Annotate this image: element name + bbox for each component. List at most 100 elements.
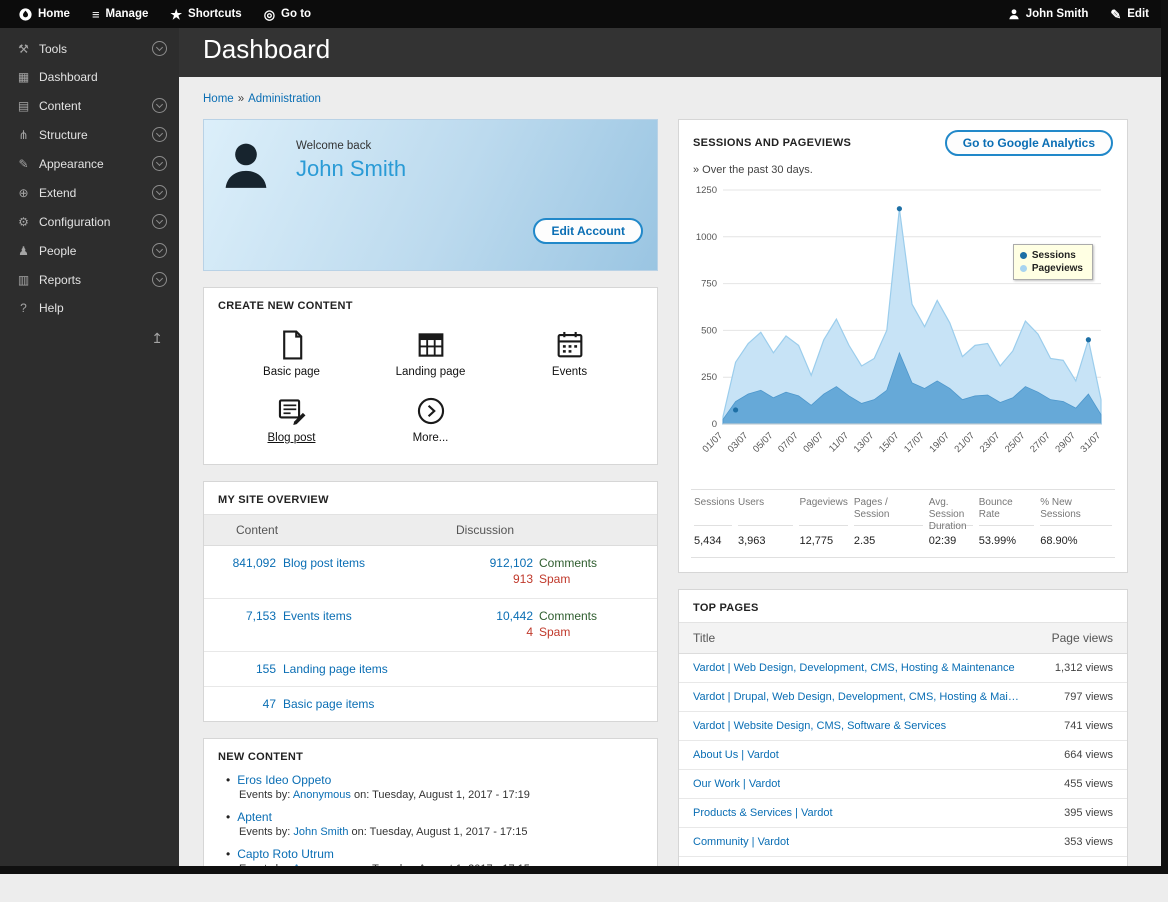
top-pages-title: TOP PAGES bbox=[679, 590, 1127, 622]
author-link[interactable]: John Smith bbox=[293, 826, 348, 838]
page-title-link[interactable]: Vardot | Drupal, Web Design, Development… bbox=[693, 691, 1023, 703]
sidebar-item[interactable]: ▦ Dashboard bbox=[0, 63, 179, 91]
page-views-count: 353 views bbox=[1064, 836, 1113, 848]
page-title: Dashboard bbox=[179, 28, 1168, 77]
content-item-link[interactable]: Capto Roto Utrum bbox=[237, 847, 334, 861]
toolbar-goto[interactable]: ◎ Go to bbox=[253, 0, 322, 28]
page-title-link[interactable]: Products & Services | Vardot bbox=[693, 807, 833, 819]
stat-label: Bounce Rate bbox=[979, 490, 1034, 526]
sidebar-item[interactable]: ⊕ Extend bbox=[0, 178, 179, 207]
content-item-link[interactable]: Aptent bbox=[237, 810, 272, 824]
toolbar-user-label: John Smith bbox=[1026, 8, 1089, 20]
spam-label: Spam bbox=[539, 625, 607, 639]
author-link[interactable]: Anonymous bbox=[293, 789, 351, 801]
chevron-down-icon[interactable] bbox=[152, 243, 167, 258]
sidebar-item[interactable]: ♟ People bbox=[0, 236, 179, 265]
svg-text:29/07: 29/07 bbox=[1053, 430, 1078, 455]
avatar-icon bbox=[220, 138, 272, 195]
edit-account-button[interactable]: Edit Account bbox=[533, 218, 643, 244]
page-title-link[interactable]: About Us | Vardot bbox=[693, 749, 779, 761]
chevron-down-icon[interactable] bbox=[152, 214, 167, 229]
breadcrumb-section-link[interactable]: Administration bbox=[248, 93, 321, 105]
toolbar-home[interactable]: Home bbox=[8, 0, 81, 28]
legend-dot-icon bbox=[1020, 265, 1027, 272]
sidebar-item[interactable]: ✎ Appearance bbox=[0, 149, 179, 178]
chevron-down-icon[interactable] bbox=[152, 272, 167, 287]
sessions-subtitle: » Over the past 30 days. bbox=[679, 158, 1127, 178]
page-title-link[interactable]: Vardot | Web Design, Development, CMS, H… bbox=[693, 662, 1015, 674]
site-overview-header: Content Discussion bbox=[204, 514, 657, 546]
chevron-down-icon[interactable] bbox=[152, 41, 167, 56]
chevron-down-icon[interactable] bbox=[152, 156, 167, 171]
content-type-link[interactable]: Blog post items bbox=[283, 556, 365, 570]
create-more[interactable]: More... bbox=[361, 394, 500, 444]
create-events[interactable]: Events bbox=[500, 328, 639, 378]
sidebar-item-label: Content bbox=[39, 99, 152, 113]
content-type-link[interactable]: Events items bbox=[283, 609, 352, 623]
page-title-link[interactable]: Our Work | Vardot bbox=[693, 778, 780, 790]
svg-text:23/07: 23/07 bbox=[978, 430, 1003, 455]
toolbar-shortcuts[interactable]: ★ Shortcuts bbox=[159, 0, 252, 28]
column-title: Title bbox=[693, 631, 715, 645]
top-pages-row: Products & Services | Vardot 395 views bbox=[679, 799, 1127, 828]
site-overview-title: MY SITE OVERVIEW bbox=[204, 482, 657, 514]
create-basic-page[interactable]: Basic page bbox=[222, 328, 361, 378]
svg-text:250: 250 bbox=[701, 372, 717, 383]
svg-text:13/07: 13/07 bbox=[852, 430, 877, 455]
breadcrumb-home-link[interactable]: Home bbox=[203, 93, 234, 105]
spam-count[interactable]: 4 bbox=[473, 625, 533, 639]
sidebar-item-label: Reports bbox=[39, 273, 152, 287]
google-analytics-button[interactable]: Go to Google Analytics bbox=[945, 130, 1113, 156]
content-item-byline: Events by: Anonymous on: Tuesday, August… bbox=[239, 789, 643, 801]
stat-cell: Avg. Session Duration 02:39 bbox=[926, 490, 976, 557]
comments-count-link[interactable]: 912,102 bbox=[473, 556, 533, 570]
column-content: Content bbox=[218, 523, 456, 537]
create-tile-label: Blog post bbox=[268, 432, 316, 444]
sidebar-item-label: Appearance bbox=[39, 157, 152, 171]
admin-sidebar: ⚒ Tools ▦ Dashboard ▤ Content ⋔ bbox=[0, 28, 179, 874]
top-pages-header: Title Page views bbox=[679, 622, 1127, 654]
chevron-down-icon[interactable] bbox=[152, 185, 167, 200]
create-blog-post[interactable]: Blog post bbox=[222, 394, 361, 444]
sidebar-item-label: Dashboard bbox=[39, 70, 167, 84]
sidebar-item[interactable]: ⋔ Structure bbox=[0, 120, 179, 149]
sessions-chart-area: 02505007501000125001/0703/0705/0707/0709… bbox=[679, 178, 1127, 487]
toolbar-edit[interactable]: ✎ Edit bbox=[1099, 0, 1160, 28]
toolbar-user[interactable]: John Smith bbox=[997, 0, 1100, 28]
toolbar-orientation-toggle-icon[interactable]: ↥ bbox=[0, 322, 179, 355]
blog-post-icon bbox=[275, 394, 309, 428]
chart-legend: Sessions Pageviews bbox=[1013, 244, 1093, 280]
create-tile-label: Basic page bbox=[263, 366, 320, 378]
chevron-down-icon[interactable] bbox=[152, 98, 167, 113]
stat-value: 12,775 bbox=[799, 526, 847, 557]
page-title-link[interactable]: Community | Vardot bbox=[693, 836, 789, 848]
content-type-link[interactable]: Basic page items bbox=[283, 697, 374, 711]
content-item-link[interactable]: Eros Ideo Oppeto bbox=[237, 773, 331, 787]
comments-label: Comments bbox=[539, 556, 607, 570]
toolbar-manage[interactable]: ≡ Manage bbox=[81, 0, 159, 28]
content-type-link[interactable]: Landing page items bbox=[283, 662, 388, 676]
basic-page-icon bbox=[275, 328, 309, 362]
column-page-views: Page views bbox=[1052, 631, 1113, 645]
content-count-link[interactable]: 155 bbox=[218, 662, 276, 676]
content-count-link[interactable]: 7,153 bbox=[218, 609, 276, 623]
content-count-link[interactable]: 47 bbox=[218, 697, 276, 711]
analytics-stats: Sessions 5,434 Users 3,963 Pag bbox=[691, 489, 1115, 558]
sidebar-item-label: People bbox=[39, 244, 152, 258]
stat-value: 68.90% bbox=[1040, 526, 1112, 557]
sidebar-item[interactable]: ? Help bbox=[0, 294, 179, 322]
sidebar-item[interactable]: ⚒ Tools bbox=[0, 34, 179, 63]
page-views-count: 455 views bbox=[1064, 778, 1113, 790]
sidebar-item[interactable]: ▤ Content bbox=[0, 91, 179, 120]
legend-label: Sessions bbox=[1032, 249, 1076, 262]
page-title-link[interactable]: Vardot | Website Design, CMS, Software &… bbox=[693, 720, 946, 732]
column-discussion: Discussion bbox=[456, 523, 643, 537]
chevron-down-icon[interactable] bbox=[152, 127, 167, 142]
content-count-link[interactable]: 841,092 bbox=[218, 556, 276, 570]
create-landing-page[interactable]: Landing page bbox=[361, 328, 500, 378]
sidebar-item[interactable]: ▥ Reports bbox=[0, 265, 179, 294]
sidebar-item[interactable]: ⚙ Configuration bbox=[0, 207, 179, 236]
spam-count[interactable]: 913 bbox=[473, 572, 533, 586]
comments-count-link[interactable]: 10,442 bbox=[473, 609, 533, 623]
legend-dot-icon bbox=[1020, 252, 1027, 259]
